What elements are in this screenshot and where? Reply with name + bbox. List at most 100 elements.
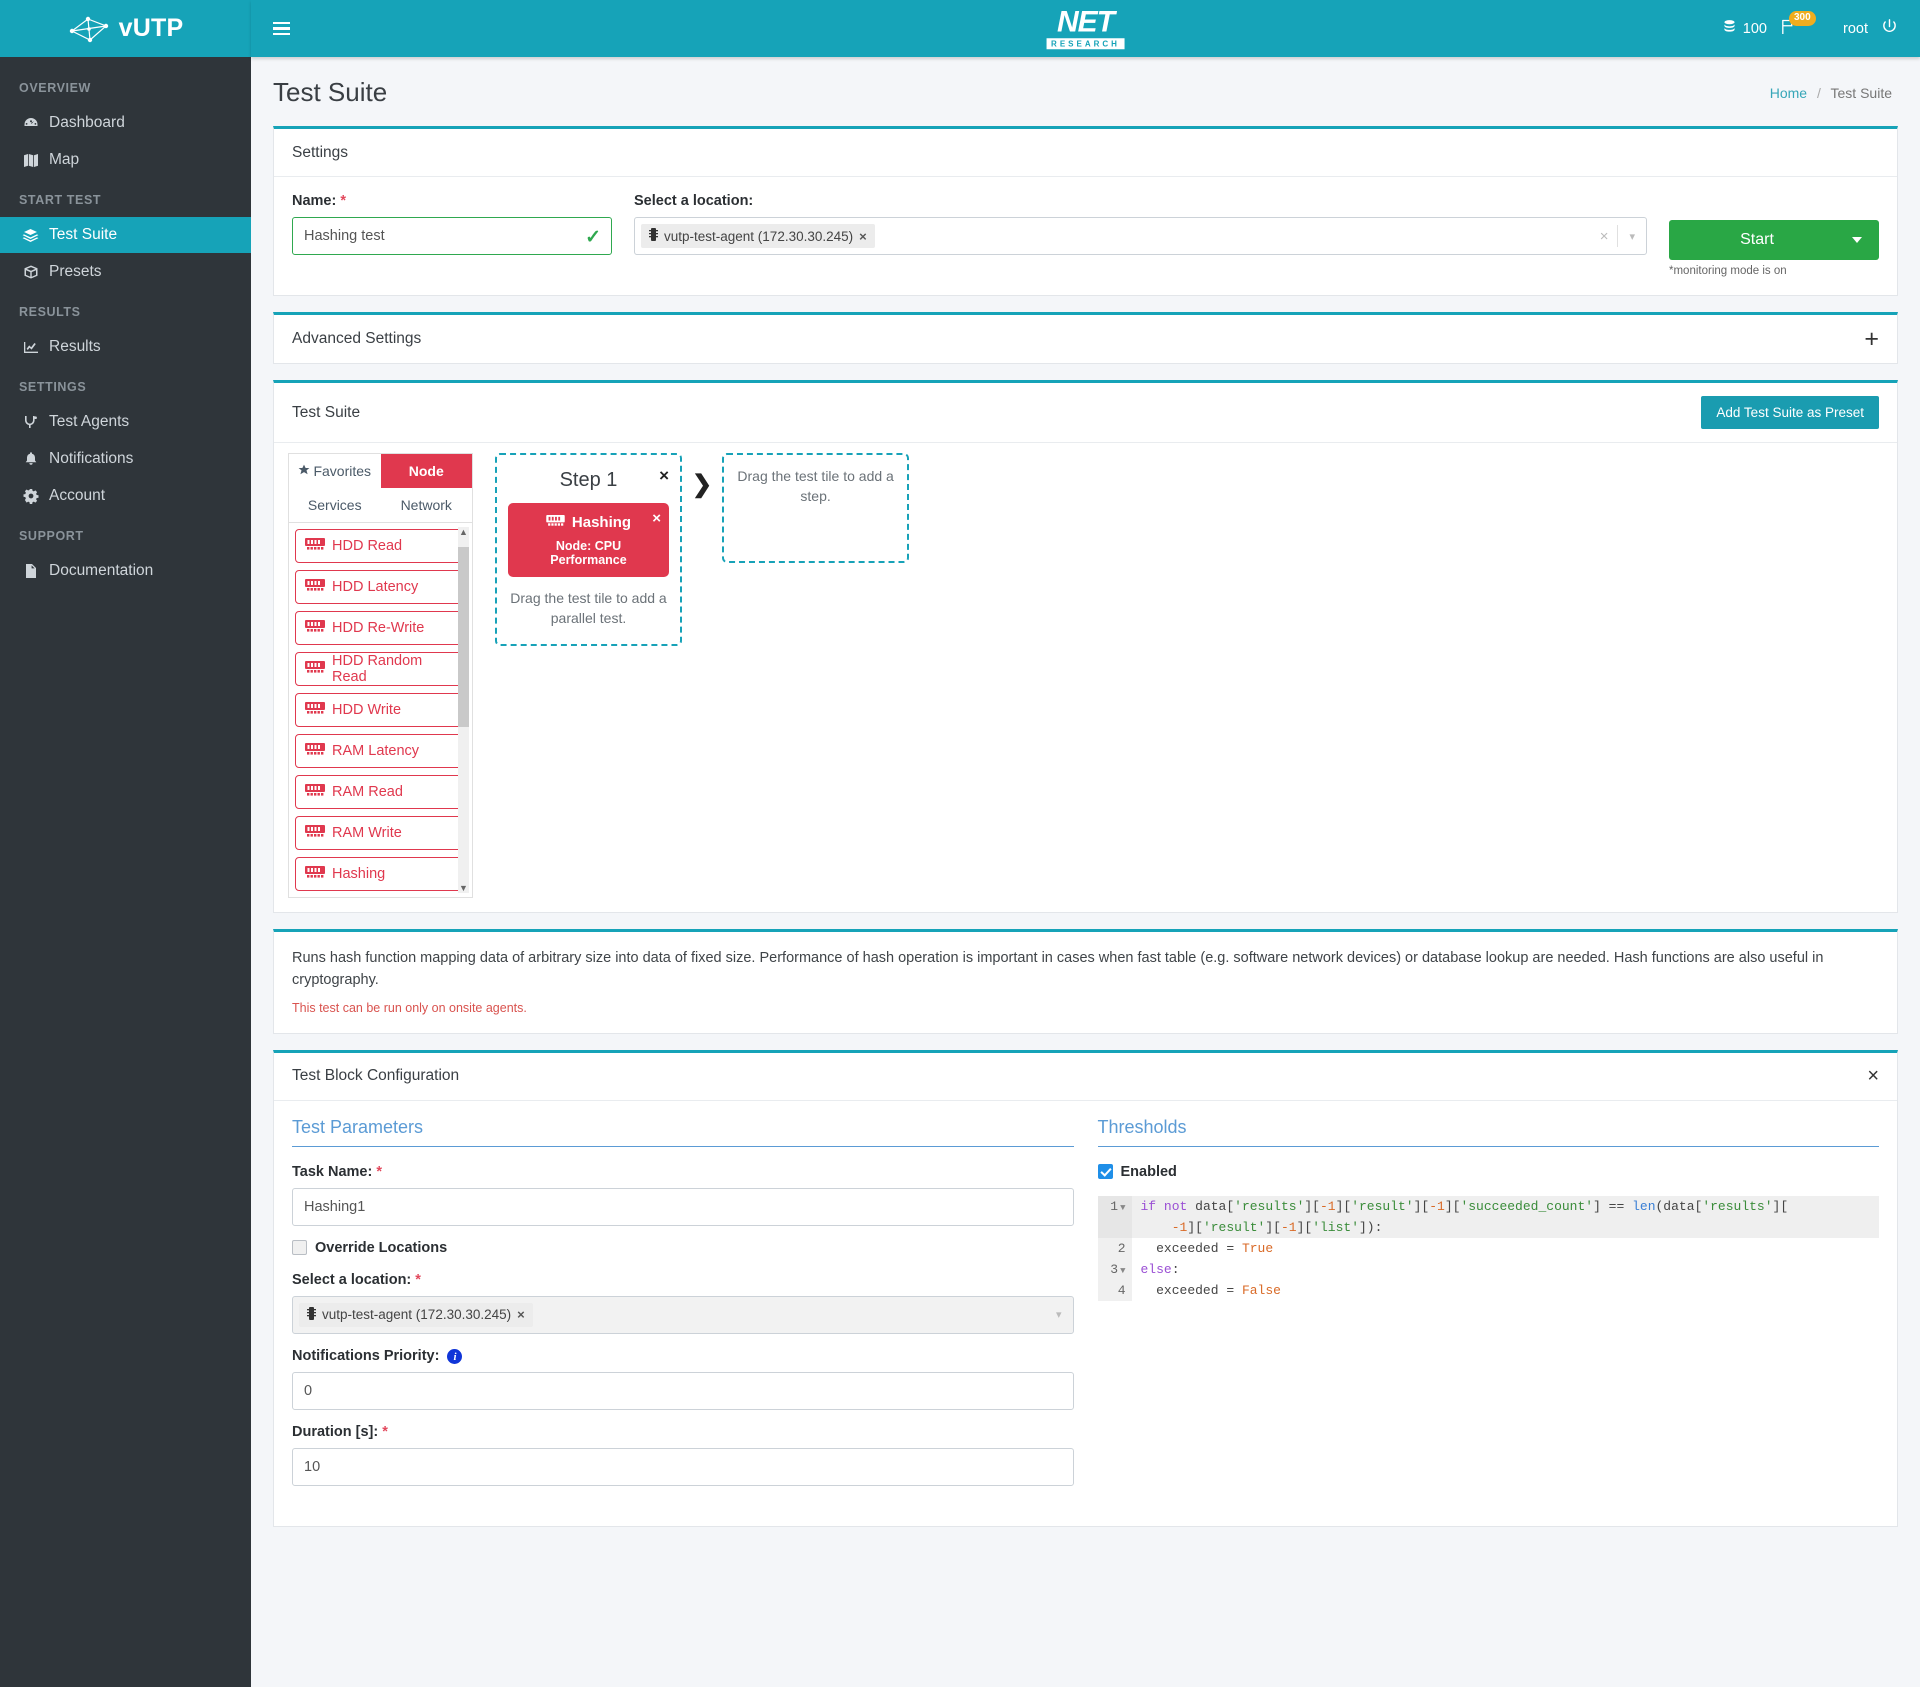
location-select[interactable]: vutp-test-agent (172.30.30.245) × × ▾ xyxy=(634,217,1647,255)
thresholds-code-editor[interactable]: 1 ▼ if not data['results'][-1]['result'][… xyxy=(1097,1195,1880,1301)
breadcrumb-home[interactable]: Home xyxy=(1770,85,1807,101)
task-name-label: Task Name: * xyxy=(292,1164,1074,1180)
thresholds-heading: Thresholds xyxy=(1097,1117,1879,1147)
fold-icon[interactable]: ▼ xyxy=(1120,1203,1125,1213)
chevron-down-icon[interactable]: ▾ xyxy=(1045,1308,1073,1321)
info-icon[interactable]: i xyxy=(447,1349,463,1364)
code-text: exceeded = False xyxy=(1156,1282,1281,1298)
server-icon xyxy=(649,228,658,244)
logout-button[interactable] xyxy=(1881,18,1898,39)
sidebar-item-test-agents[interactable]: Test Agents xyxy=(0,404,251,440)
topbar: NET RESEARCH 100 300 root xyxy=(251,0,1920,57)
test-tile[interactable]: RAM Latency xyxy=(295,734,462,768)
advanced-settings-header[interactable]: Advanced Settings + xyxy=(274,315,1897,363)
sidebar-item-test-suite[interactable]: Test Suite xyxy=(0,217,251,253)
ram-chip-icon xyxy=(305,824,325,842)
close-icon[interactable]: × xyxy=(1867,1066,1879,1086)
priority-input[interactable] xyxy=(292,1372,1074,1410)
test-tile-label: HDD Re-Write xyxy=(332,620,425,636)
test-tile[interactable]: RAM Write xyxy=(295,816,462,850)
config-header: Test Block Configuration × xyxy=(274,1053,1897,1101)
test-parameters-heading: Test Parameters xyxy=(292,1117,1074,1147)
sidebar-item-account[interactable]: Account xyxy=(0,478,251,514)
add-test-suite-as-preset-button[interactable]: Add Test Suite as Preset xyxy=(1701,396,1879,429)
sidebar-item-notifications[interactable]: Notifications xyxy=(0,441,251,477)
config-location-chip-remove[interactable]: × xyxy=(517,1307,525,1322)
sidebar-item-map[interactable]: Map xyxy=(0,142,251,178)
step-test-block[interactable]: × Hashing Node: CPU Performance xyxy=(508,503,669,577)
config-location-chip-label: vutp-test-agent (172.30.30.245) xyxy=(322,1307,512,1322)
test-tile[interactable]: HDD Write xyxy=(295,693,462,727)
chart-icon xyxy=(21,339,40,355)
scrollbar-thumb[interactable] xyxy=(458,547,469,727)
config-body: Test Parameters Task Name: * Over xyxy=(274,1101,1897,1527)
test-tile-label: HDD Write xyxy=(332,702,402,718)
name-label: Name: * xyxy=(292,193,612,209)
ram-chip-icon xyxy=(305,742,325,760)
line-number: 4 xyxy=(1097,1279,1132,1301)
duration-label: Duration [s]: * xyxy=(292,1424,1074,1440)
step-remove-button[interactable]: × xyxy=(659,466,669,486)
test-tile[interactable]: HDD Random Read xyxy=(295,652,462,686)
tab-node[interactable]: Node xyxy=(380,454,472,488)
test-tile-label: RAM Read xyxy=(332,784,403,800)
cards-wrapper: Settings Name: * ✓ xyxy=(251,126,1920,1527)
map-icon xyxy=(21,152,40,168)
expand-icon[interactable]: + xyxy=(1864,326,1879,351)
document-icon xyxy=(21,563,40,579)
brand-logo[interactable]: vUTP xyxy=(0,0,251,57)
sidebar-item-dashboard[interactable]: Dashboard xyxy=(0,105,251,141)
test-tile[interactable]: HDD Latency xyxy=(295,570,462,604)
test-tile-label: RAM Latency xyxy=(332,743,420,759)
code-line: 2 exceeded = True xyxy=(1097,1237,1880,1259)
tab-favorites[interactable]: Favorites xyxy=(289,454,381,488)
sidebar-item-documentation[interactable]: Documentation xyxy=(0,553,251,589)
tab-services[interactable]: Services xyxy=(289,488,381,522)
override-locations-checkbox[interactable] xyxy=(292,1240,307,1255)
credits-value: 100 xyxy=(1742,20,1767,37)
scroll-down-icon[interactable]: ▼ xyxy=(459,883,468,893)
advanced-settings-card[interactable]: Advanced Settings + xyxy=(273,312,1898,364)
chevron-down-icon[interactable]: ▾ xyxy=(1618,230,1646,243)
flag-indicator[interactable]: 300 xyxy=(1780,11,1816,39)
net-logo-main: NET xyxy=(1057,4,1115,38)
thresholds-enabled-row[interactable]: Enabled xyxy=(1097,1163,1880,1180)
credits-indicator[interactable]: 100 xyxy=(1722,19,1767,38)
add-step-dropzone[interactable]: Drag the test tile to add a step. xyxy=(722,453,910,563)
dashboard-icon xyxy=(21,115,40,131)
nav-group-settings: SETTINGS xyxy=(19,380,87,394)
task-name-input[interactable] xyxy=(292,1187,1074,1226)
test-tile[interactable]: HDD Read xyxy=(295,529,462,563)
step-test-remove-button[interactable]: × xyxy=(652,510,661,527)
start-button[interactable]: Start xyxy=(1669,220,1879,260)
sidebar-item-results[interactable]: Results xyxy=(0,329,251,365)
fold-icon[interactable]: ▼ xyxy=(1120,1266,1125,1276)
test-tile[interactable]: Hashing xyxy=(295,857,462,891)
config-location-select[interactable]: vutp-test-agent (172.30.30.245) × ▾ xyxy=(292,1295,1074,1334)
user-menu[interactable]: root xyxy=(1808,14,1868,43)
nav-group-support: SUPPORT xyxy=(19,529,84,543)
sidebar-item-presets[interactable]: Presets xyxy=(0,254,251,290)
task-name-label-text: Task Name: xyxy=(292,1163,373,1180)
start-dropdown-toggle[interactable] xyxy=(1839,237,1873,243)
test-tile[interactable]: HDD Re-Write xyxy=(295,611,462,645)
clear-icon[interactable]: × xyxy=(1591,228,1618,245)
test-tile[interactable]: RAM Read xyxy=(295,775,462,809)
test-suite-title: Test Suite xyxy=(292,403,361,421)
location-chip-remove[interactable]: × xyxy=(859,229,867,244)
sidebar-item-label: Test Suite xyxy=(49,226,118,243)
name-input[interactable] xyxy=(292,217,612,255)
override-locations-row[interactable]: Override Locations xyxy=(292,1240,1074,1256)
duration-label-text: Duration [s]: xyxy=(292,1424,379,1440)
thresholds-enabled-checkbox[interactable] xyxy=(1097,1164,1113,1179)
sidebar: vUTP OVERVIEW Dashboard Map START TEST T… xyxy=(0,0,251,1687)
config-location-label-text: Select a location: xyxy=(292,1271,412,1288)
tile-list-scrollbar[interactable]: ▲ ▼ xyxy=(458,527,469,893)
scroll-up-icon[interactable]: ▲ xyxy=(459,527,468,537)
test-parameters-column: Test Parameters Task Name: * Over xyxy=(292,1117,1074,1501)
duration-input[interactable] xyxy=(292,1448,1074,1486)
thresholds-enabled-label: Enabled xyxy=(1120,1163,1177,1180)
tab-network[interactable]: Network xyxy=(381,488,473,522)
hamburger-icon[interactable] xyxy=(273,21,290,36)
location-chip-label: vutp-test-agent (172.30.30.245) xyxy=(664,228,854,244)
